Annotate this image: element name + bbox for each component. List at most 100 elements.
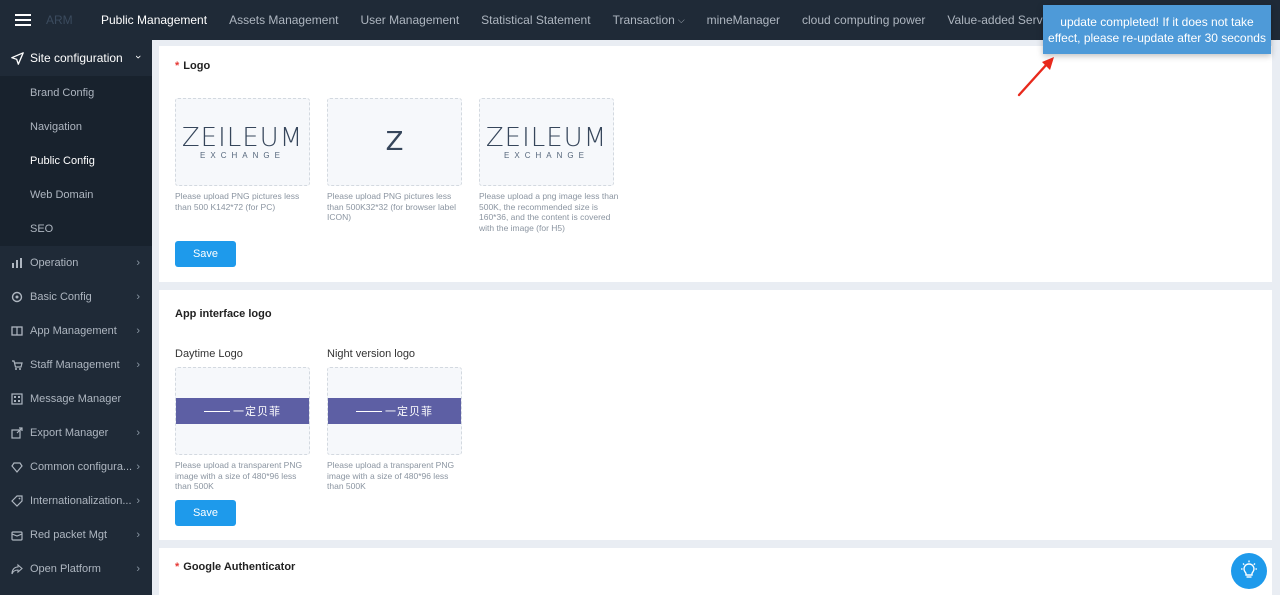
menu-toggle-button[interactable] (0, 0, 46, 40)
logo-stroke (356, 410, 382, 412)
sidebar-item-message-manager[interactable]: Message Manager (0, 382, 152, 416)
chevron-right-icon: › (136, 461, 140, 473)
cart-icon (10, 358, 24, 372)
sidebar-item-internationalization[interactable]: Internationalization... › (0, 484, 152, 518)
night-logo-preview-image: 一定贝菲 (328, 398, 461, 424)
nav-cloud-computing-power[interactable]: cloud computing power (791, 0, 936, 40)
sidebar-item-label: Site configuration (30, 51, 123, 65)
chevron-right-icon: › (136, 257, 140, 269)
chevron-down-icon: › (132, 55, 145, 59)
sidebar-item-label: Operation (30, 257, 79, 269)
sidebar-item-site-configuration[interactable]: Site configuration › (0, 40, 152, 76)
chevron-right-icon: › (136, 325, 140, 337)
nav-label: User Management (360, 13, 460, 27)
send-icon (10, 51, 24, 65)
annotation-arrow-icon (1017, 57, 1054, 97)
sidebar-item-label: Message Manager (30, 393, 122, 405)
chevron-down-icon: ⌵ (677, 14, 685, 25)
logo-preview-image: ZEILEUM EXCHANGE (486, 125, 607, 160)
google-authenticator-card: * Google Authenticator (159, 548, 1272, 595)
save-button[interactable]: Save (175, 241, 236, 267)
sidebar-item-operation[interactable]: Operation › (0, 246, 152, 280)
image-upload-box[interactable]: 一定贝菲 (175, 367, 310, 455)
toast-notification: update completed! If it does not take ef… (1043, 5, 1271, 54)
nav-public-management[interactable]: Public Management (90, 0, 218, 40)
sidebar-item-label: Red packet Mgt (30, 529, 108, 541)
image-upload-box[interactable]: 一定贝菲 (327, 367, 462, 455)
sidebar-subitem-seo[interactable]: SEO (0, 212, 152, 246)
nav-assets-management[interactable]: Assets Management (218, 0, 349, 40)
save-button[interactable]: Save (175, 499, 236, 526)
sidebar-item-label: Export Manager (30, 427, 109, 439)
bar-chart-icon (10, 256, 24, 270)
app-logo-upload-row: Daytime Logo 一定贝菲 Please upload a transp… (175, 348, 1256, 492)
app-logo-card: App interface logo Daytime Logo 一定贝菲 Ple… (159, 290, 1272, 540)
sidebar-item-label: Common configura... (30, 461, 133, 473)
logo-text: 一定贝菲 (385, 406, 433, 418)
diamond-icon (10, 460, 24, 474)
nav-label: Statistical Statement (481, 13, 591, 27)
logo-text: ZEILEUM (485, 122, 608, 153)
upload-hint: Please upload a transparent PNG image wi… (327, 460, 455, 491)
chevron-right-icon: › (136, 563, 140, 575)
logo-stroke (204, 410, 230, 412)
sidebar: Site configuration › Brand Config Naviga… (0, 40, 152, 595)
upload-hint: Please upload PNG pictures less than 500… (327, 191, 456, 222)
chevron-right-icon: › (136, 291, 140, 303)
upload-hint: Please upload a png image less than 500K… (479, 191, 619, 233)
sidebar-item-app-management[interactable]: App Management › (0, 314, 152, 348)
upload-pc-logo: ZEILEUM EXCHANGE Please upload PNG pictu… (175, 98, 310, 233)
brand-logo: ARM (46, 13, 73, 27)
nav-statistical-statement[interactable]: Statistical Statement (470, 0, 601, 40)
nav-label: mineManager (706, 13, 781, 27)
chevron-right-icon: › (136, 359, 140, 371)
section-title-text: Logo (183, 60, 211, 72)
upload-hint: Please upload PNG pictures less than 500… (175, 191, 300, 212)
sidebar-item-common-configuration[interactable]: Common configura... › (0, 450, 152, 484)
nav-user-management[interactable]: User Management (349, 0, 470, 40)
chevron-right-icon: › (136, 427, 140, 439)
logo-text: 一定贝菲 (233, 406, 281, 418)
image-upload-box[interactable]: Z (327, 98, 462, 186)
upload-hint: Please upload a transparent PNG image wi… (175, 460, 303, 491)
sidebar-item-basic-config[interactable]: Basic Config › (0, 280, 152, 314)
tag-icon (10, 494, 24, 508)
share-icon (10, 562, 24, 576)
nav-transaction[interactable]: Transaction ⌵ (602, 0, 696, 40)
logo-preview-image: ZEILEUM EXCHANGE (182, 125, 303, 160)
help-float-button[interactable] (1231, 553, 1267, 589)
sidebar-item-open-platform[interactable]: Open Platform › (0, 552, 152, 586)
wallet-icon (10, 528, 24, 542)
nav-label: cloud computing power (802, 13, 926, 27)
top-nav-menu: Public Management Assets Management User… (90, 0, 1075, 40)
grid-icon (10, 392, 24, 406)
nav-label: Transaction (612, 13, 675, 27)
section-title: * Google Authenticator (175, 561, 1256, 573)
section-title: App interface logo (175, 308, 272, 320)
upload-night-logo: Night version logo 一定贝菲 Please upload a … (327, 348, 462, 492)
sidebar-item-label: Basic Config (30, 291, 92, 303)
sidebar-subitem-public-config[interactable]: Public Config (0, 144, 152, 178)
upload-favicon: Z Please upload PNG pictures less than 5… (327, 98, 462, 233)
sidebar-subitem-web-domain[interactable]: Web Domain (0, 178, 152, 212)
sidebar-item-export-manager[interactable]: Export Manager › (0, 416, 152, 450)
sidebar-item-red-packet-mgt[interactable]: Red packet Mgt › (0, 518, 152, 552)
book-icon (10, 324, 24, 338)
lightbulb-icon (1241, 560, 1257, 578)
hamburger-icon (15, 14, 31, 26)
sidebar-item-label: App Management (30, 325, 117, 337)
sidebar-subitem-navigation[interactable]: Navigation (0, 110, 152, 144)
image-upload-box[interactable]: ZEILEUM EXCHANGE (479, 98, 614, 186)
sidebar-item-staff-management[interactable]: Staff Management › (0, 348, 152, 382)
sidebar-item-label: Open Platform (30, 563, 101, 575)
section-title: * Logo (175, 60, 1256, 72)
upload-daytime-logo: Daytime Logo 一定贝菲 Please upload a transp… (175, 348, 310, 492)
image-upload-box[interactable]: ZEILEUM EXCHANGE (175, 98, 310, 186)
section-title-text: Google Authenticator (183, 561, 296, 573)
chevron-right-icon: › (136, 495, 140, 507)
nav-label: Public Management (101, 13, 208, 27)
nav-mine-manager[interactable]: mineManager (696, 0, 791, 40)
logo-upload-row: ZEILEUM EXCHANGE Please upload PNG pictu… (175, 98, 1256, 233)
sidebar-subitem-brand-config[interactable]: Brand Config (0, 76, 152, 110)
sidebar-item-label: Internationalization... (30, 495, 132, 507)
